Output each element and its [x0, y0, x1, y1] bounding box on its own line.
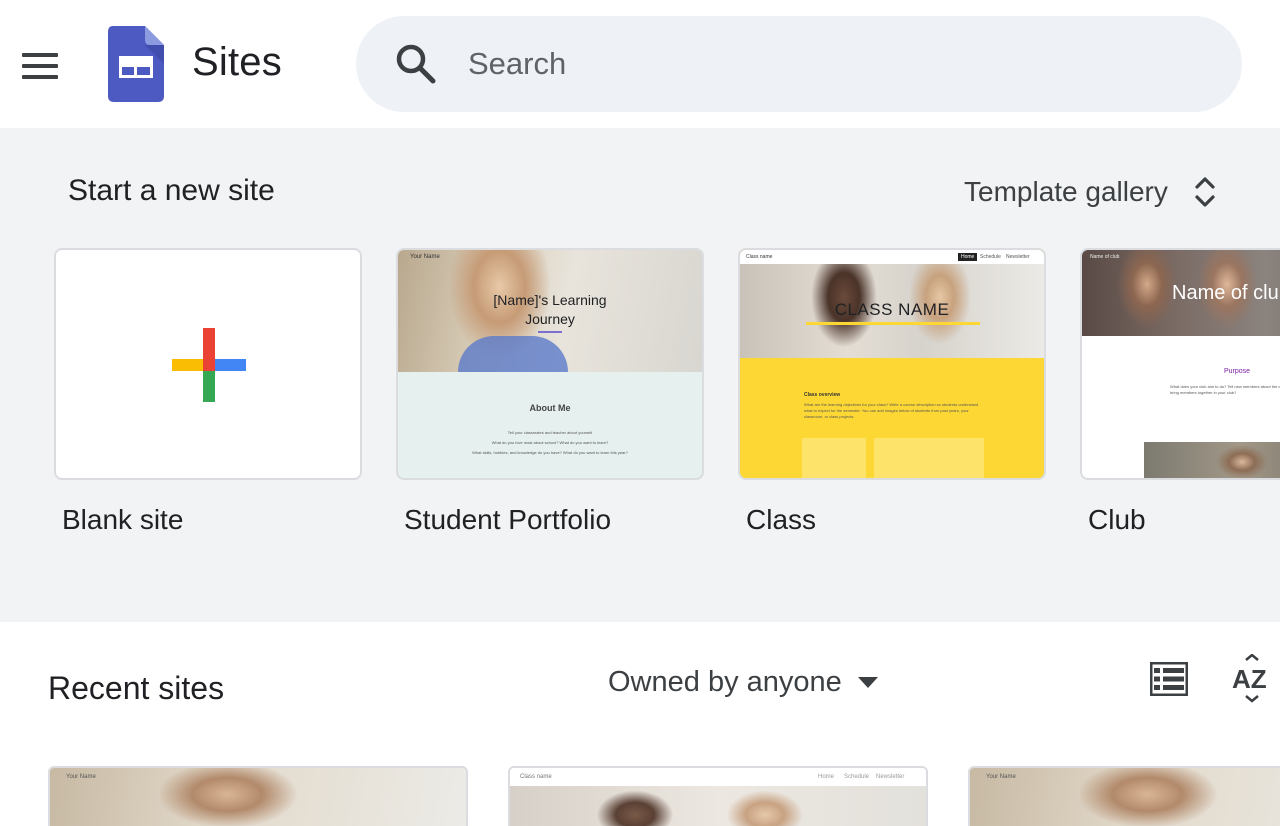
thumbnail-nav-link: Newsletter	[1006, 254, 1030, 260]
recent-site-nav-link: Newsletter	[876, 774, 905, 780]
recent-site-thumbnail	[510, 786, 926, 826]
google-sites-logo[interactable]	[108, 26, 164, 102]
template-card-label: Blank site	[62, 504, 184, 535]
recent-site-nav-link: Schedule	[844, 774, 870, 780]
template-card-label: Club	[1088, 504, 1146, 535]
search-bar[interactable]	[356, 16, 1242, 112]
dropdown-arrow-icon	[857, 677, 878, 688]
thumbnail-body-text: What skills, hobbies, and knowledge do y…	[472, 450, 628, 455]
thumbnail-divider	[538, 331, 562, 333]
thumbnail-image-placeholder	[874, 438, 984, 478]
thumbnail-nav: Your Name	[410, 254, 440, 260]
thumbnail-body-text: What are the learning objectives for you…	[804, 402, 979, 419]
template-thumbnail[interactable]: Name of club Name of club Purpose What d…	[1080, 248, 1280, 480]
search-input[interactable]	[468, 42, 1168, 86]
template-section: Start a new site Template gallery Blank …	[0, 128, 1280, 622]
thumbnail-hero-title: Name of club	[1172, 282, 1280, 304]
template-thumbnail[interactable]: Your Name [Name]'s Learning Journey Abou…	[396, 248, 704, 480]
template-gallery-toggle[interactable]: Template gallery	[964, 168, 1216, 216]
thumbnail-person-shape	[590, 786, 680, 826]
template-thumbnail[interactable]	[54, 248, 362, 480]
thumbnail-body-text: What does your club aim to do? Tell new …	[1170, 384, 1280, 395]
owner-filter-dropdown[interactable]: Owned by anyone	[608, 662, 880, 702]
thumbnail-section-title: Class overview	[804, 392, 841, 398]
recent-site-nav: Class name	[520, 774, 552, 780]
app-name: Sites	[192, 40, 282, 84]
plus-icon	[172, 328, 246, 402]
thumbnail-hero-title-line2: Journey	[525, 311, 575, 327]
recent-site-nav: Your Name	[66, 774, 96, 780]
thumbnail-body-text: What do you love most about school? What…	[491, 440, 609, 445]
thumbnail-person-shape	[1212, 442, 1272, 478]
template-gallery-label: Template gallery	[964, 176, 1168, 207]
thumbnail-body-text: Tell your classmates and teacher about y…	[507, 430, 593, 435]
recent-sites-title: Recent sites	[48, 670, 225, 706]
sort-az-icon[interactable]: AZ	[1230, 654, 1274, 704]
thumbnail-person-shape	[720, 786, 810, 826]
thumbnail-hero-title-line1: [Name]'s Learning	[493, 292, 607, 308]
recent-site-card[interactable]: Class name Home Schedule Newsletter	[508, 766, 928, 826]
recent-site-nav-link: Home	[818, 774, 835, 780]
thumbnail-shirt	[458, 336, 568, 372]
thumbnail-nav-link: Schedule	[980, 254, 1001, 260]
template-card-label: Class	[746, 504, 817, 535]
hamburger-menu-icon[interactable]	[14, 40, 66, 92]
recent-site-card[interactable]: Your Name	[968, 766, 1280, 826]
app-header: Sites	[0, 0, 1280, 128]
thumbnail-person-shape	[1080, 768, 1230, 826]
thumbnail-underline	[806, 322, 980, 325]
recent-site-card[interactable]: Your Name	[48, 766, 468, 826]
thumbnail-section-title: Purpose	[1224, 368, 1251, 375]
template-thumbnail[interactable]: Class name Home Schedule Newsletter CLAS…	[738, 248, 1046, 480]
recent-site-nav: Your Name	[986, 774, 1016, 780]
sites-home-page: Sites Start a new site Template gallery	[0, 0, 1280, 826]
thumbnail-nav: Name of club	[1090, 254, 1120, 260]
template-card-label: Student Portfolio	[404, 504, 612, 535]
template-card-blank[interactable]: Blank site	[54, 248, 362, 536]
thumbnail-nav-link-active: Home	[958, 253, 978, 261]
list-view-icon[interactable]	[1150, 662, 1188, 696]
template-card-student-portfolio[interactable]: Your Name [Name]'s Learning Journey Abou…	[396, 248, 704, 536]
svg-text:AZ: AZ	[1232, 664, 1267, 694]
thumbnail-image-placeholder	[802, 438, 866, 478]
thumbnail-section-title: About Me	[529, 403, 571, 413]
thumbnail-hero-title: CLASS NAME	[834, 300, 950, 319]
template-card-class[interactable]: Class name Home Schedule Newsletter CLAS…	[738, 248, 1046, 536]
owner-filter-label: Owned by anyone	[608, 665, 842, 698]
template-card-club[interactable]: Name of club Name of club Purpose What d…	[1080, 248, 1280, 536]
thumbnail-person-shape	[160, 768, 310, 826]
search-icon[interactable]	[394, 42, 438, 86]
recent-sites-section: Recent sites Owned by anyone AZ Your Nam…	[0, 622, 1280, 826]
section-title: Start a new site	[68, 174, 275, 207]
thumbnail-nav: Class name	[746, 254, 773, 260]
unfold-icon	[1195, 177, 1215, 207]
